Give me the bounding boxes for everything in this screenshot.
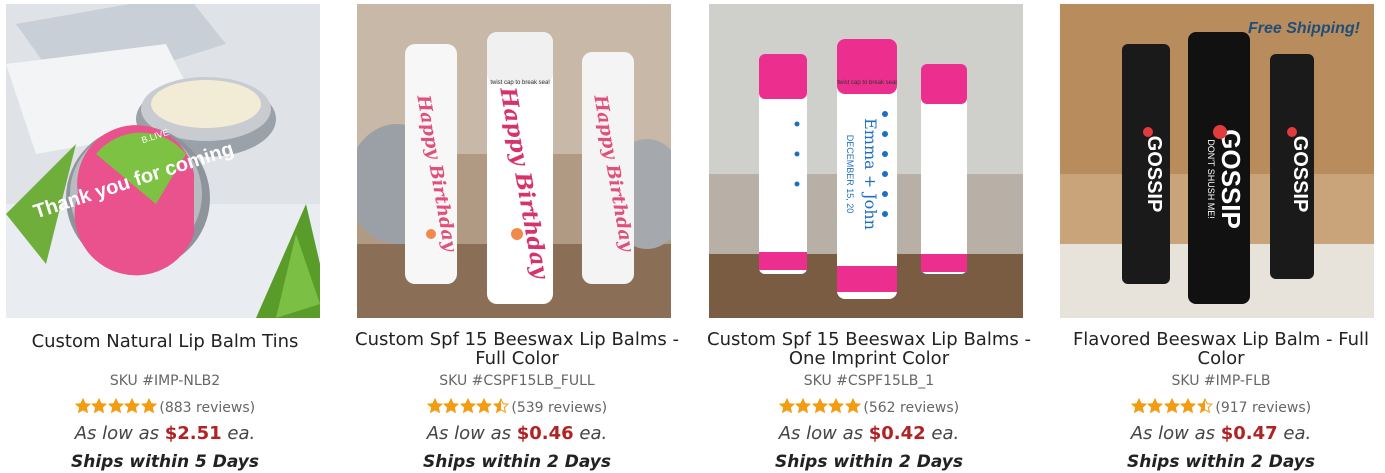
balm-label-text: GOSSIP [1216,129,1246,229]
product-price: As low as $0.42 ea. [704,423,1034,444]
review-count[interactable]: (917 reviews) [1215,400,1311,416]
product-title[interactable]: Custom Natural Lip Balm Tins [0,332,330,351]
price-suffix: ea. [1283,423,1312,444]
product-price: As low as $0.47 ea. [1056,423,1385,444]
star-icon [124,398,141,414]
product-card: GOSSIP DON'T SHUSH ME! GOSSIP GOSSIP Fre… [1056,0,1385,473]
product-price: As low as $2.51 ea. [0,423,330,444]
product-card: twist cap to break seal Emma + John DECE… [704,0,1056,473]
star-icon [778,398,795,414]
star-icon [795,398,812,414]
rating-stars [74,398,158,414]
star-icon [74,398,91,414]
rating-stars [426,398,510,414]
product-image[interactable]: twist cap to break seal Emma + John DECE… [709,4,1023,318]
rating-stars [778,398,862,414]
price-suffix: ea. [227,423,256,444]
product-rating: (883 reviews) [0,398,330,416]
balm-sublabel-text: DECEMBER 15, 20 [845,135,855,214]
star-icon [107,398,124,414]
star-icon [91,398,108,414]
star-icon [844,398,861,414]
product-image[interactable]: Thank you for coming B.LIVE [6,4,320,318]
product-title[interactable]: Custom Spf 15 Beeswax Lip Balms - One Im… [704,330,1034,368]
review-count[interactable]: (562 reviews) [863,400,959,416]
product-rating: (917 reviews) [1056,398,1385,416]
product-image[interactable]: twist cap to break seal Happy Birthday H… [357,4,671,318]
price-prefix: As low as [74,423,160,444]
balm-label-text: Emma + John [861,118,880,230]
star-icon [828,398,845,414]
star-icon [1196,398,1213,414]
product-rating: (539 reviews) [352,398,682,416]
star-icon [1163,398,1180,414]
product-sku: SKU #CSPF15LB_1 [803,373,935,389]
star-icon [1180,398,1197,414]
product-sku: SKU #IMP-FLB [1171,373,1271,389]
star-icon [140,398,157,414]
product-title[interactable]: Custom Spf 15 Beeswax Lip Balms - Full C… [352,330,682,368]
product-image[interactable]: GOSSIP DON'T SHUSH ME! GOSSIP GOSSIP Fre… [1060,4,1374,318]
product-price: As low as $0.46 ea. [352,423,682,444]
shipping-time: Ships within 2 Days [1127,452,1315,472]
product-grid: Thank you for coming B.LIVE Custom Natur… [0,0,1385,473]
price-suffix: ea. [931,423,960,444]
price-amount: $0.46 [516,423,574,444]
price-prefix: As low as [778,423,864,444]
review-count[interactable]: (883 reviews) [159,400,255,416]
star-icon [1147,398,1164,414]
product-sku: SKU #CSPF15LB_FULL [439,373,595,389]
rating-stars [1130,398,1214,414]
balm-label-text-left: GOSSIP [1143,136,1165,213]
star-icon [443,398,460,414]
free-shipping-badge: Free Shipping! [1248,20,1360,37]
product-rating: (562 reviews) [704,398,1034,416]
price-suffix: ea. [579,423,608,444]
shipping-time: Ships within 2 Days [423,452,611,472]
product-sku: SKU #IMP-NLB2 [109,373,221,389]
price-amount: $0.42 [868,423,926,444]
star-icon [459,398,476,414]
shipping-time: Ships within 5 Days [71,452,259,472]
product-card: twist cap to break seal Happy Birthday H… [352,0,704,473]
product-title[interactable]: Flavored Beeswax Lip Balm - Full Color [1056,330,1385,368]
star-icon [492,398,509,414]
shipping-time: Ships within 2 Days [775,452,963,472]
star-icon [476,398,493,414]
balm-label-text-right: GOSSIP [1289,136,1311,213]
price-amount: $2.51 [164,423,222,444]
price-prefix: As low as [426,423,512,444]
product-card: Thank you for coming B.LIVE Custom Natur… [0,0,352,473]
balm-sublabel-text: DON'T SHUSH ME! [1206,139,1216,219]
review-count[interactable]: (539 reviews) [511,400,607,416]
star-icon [1130,398,1147,414]
star-icon [811,398,828,414]
star-icon [426,398,443,414]
price-amount: $0.47 [1220,423,1278,444]
seal-text: twist cap to break seal [837,80,896,86]
price-prefix: As low as [1130,423,1216,444]
